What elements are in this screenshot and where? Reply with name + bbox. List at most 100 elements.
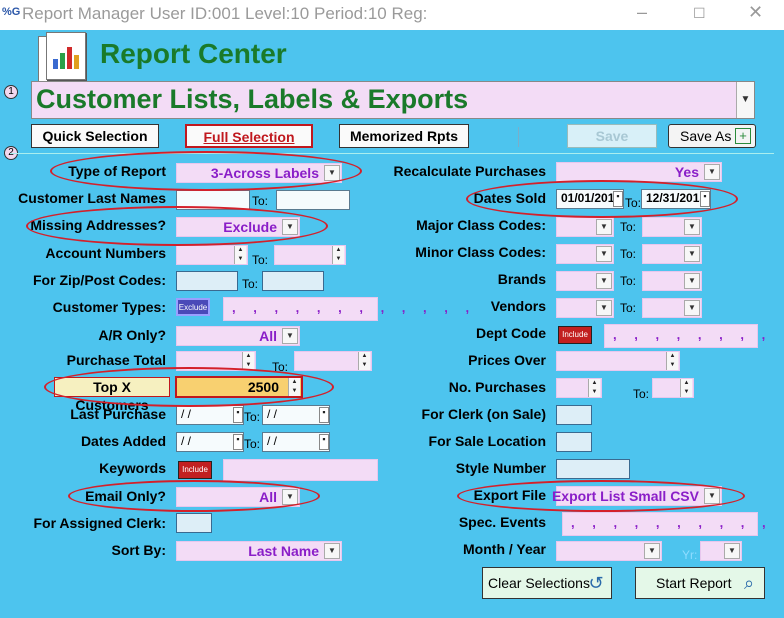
chevron-down-icon[interactable]: ▼ (704, 164, 720, 180)
spinner-icon[interactable]: ▲ ▼ (288, 378, 300, 396)
keywords-include-button[interactable]: Include (178, 461, 212, 479)
spinner-icon[interactable]: ▲ ▼ (666, 352, 678, 370)
missing-addresses-select[interactable]: Exclude ▼ (176, 217, 300, 237)
zip-to-input[interactable] (262, 271, 324, 291)
spec-events-list[interactable]: , , , , , , , , , , (562, 512, 766, 536)
type-of-report-select[interactable]: 3-Across Labels ▼ (176, 163, 342, 183)
minor-class-from-select[interactable]: ▼ (556, 244, 614, 264)
num-purchases-label: No. Purchases (448, 379, 546, 395)
customer-last-name-to-input[interactable] (276, 190, 350, 210)
spinner-icon[interactable]: ▲ ▼ (242, 352, 254, 370)
top-x-customers-input[interactable]: 2500 ▲ ▼ (175, 376, 303, 398)
missing-addresses-value: Exclude (223, 219, 277, 235)
style-number-input[interactable] (556, 459, 630, 479)
last-purchase-to-input[interactable]: / / ▪ (262, 405, 330, 425)
chevron-down-icon[interactable]: ▼ (684, 219, 700, 235)
year-select[interactable]: ▼ (700, 541, 742, 561)
ar-only-value: All (259, 328, 277, 344)
account-number-to-input[interactable]: ▲ ▼ (274, 245, 346, 265)
email-only-select[interactable]: All ▼ (176, 487, 300, 507)
memorized-reports-button[interactable]: Memorized Rpts (339, 124, 469, 148)
calendar-icon[interactable]: ▪ (613, 191, 623, 207)
dates-added-to-input[interactable]: / / ▪ (262, 432, 330, 452)
zip-from-input[interactable] (176, 271, 238, 291)
chevron-down-icon[interactable]: ▼ (724, 543, 740, 559)
chevron-down-icon[interactable]: ▼ (684, 300, 700, 316)
sale-location-input[interactable] (556, 432, 592, 452)
chevron-down-icon[interactable]: ▼ (282, 328, 298, 344)
export-file-select[interactable]: Export List Small CSV ▼ (552, 486, 722, 506)
vendors-to-select[interactable]: ▼ (642, 298, 702, 318)
assigned-clerk-input[interactable] (176, 513, 212, 533)
vendors-from-select[interactable]: ▼ (556, 298, 614, 318)
spinner-icon[interactable]: ▲ ▼ (234, 246, 246, 264)
ar-only-select[interactable]: All ▼ (176, 326, 300, 346)
save-as-button[interactable]: Save As + (668, 124, 756, 148)
keywords-label: Keywords (99, 460, 166, 476)
recalc-purchases-select[interactable]: Yes ▼ (556, 162, 722, 182)
spinner-icon[interactable]: ▲ ▼ (680, 379, 692, 397)
report-name-select[interactable]: Customer Lists, Labels & Exports ▼ (31, 81, 755, 119)
clear-selections-button[interactable]: Clear Selections ↺ (482, 567, 612, 599)
major-class-label: Major Class Codes: (416, 217, 546, 233)
major-class-to-select[interactable]: ▼ (642, 217, 702, 237)
brands-to-select[interactable]: ▼ (642, 271, 702, 291)
calendar-icon[interactable]: ▪ (233, 407, 243, 423)
chevron-down-icon[interactable]: ▼ (684, 246, 700, 262)
num-purchases-to-input[interactable]: ▲ ▼ (652, 378, 694, 398)
dates-sold-to-input[interactable]: 12/31/2015 ▪ (641, 189, 711, 209)
num-purchases-from-input[interactable]: ▲ ▼ (556, 378, 602, 398)
major-class-to-label: To: (620, 220, 637, 234)
calendar-icon[interactable]: ▪ (319, 407, 329, 423)
chevron-down-icon[interactable]: ▼ (644, 543, 660, 559)
save-button[interactable]: Save (567, 124, 657, 148)
dates-added-from-value: / / (181, 434, 192, 448)
sale-location-label: For Sale Location (428, 433, 546, 449)
close-icon[interactable]: ✕ (748, 2, 763, 23)
minimize-icon[interactable]: – (637, 2, 647, 23)
dept-code-list[interactable]: , , , , , , , , (604, 324, 765, 348)
app-icon: %G (2, 6, 21, 18)
month-select[interactable]: ▼ (556, 541, 662, 561)
major-class-from-select[interactable]: ▼ (556, 217, 614, 237)
purchase-total-from-input[interactable]: ▲ ▼ (176, 351, 256, 371)
spinner-icon[interactable]: ▲ ▼ (588, 379, 600, 397)
chevron-down-icon[interactable]: ▼ (324, 165, 340, 181)
full-selection-button[interactable]: Full Selection (185, 124, 313, 148)
chevron-down-icon[interactable]: ▼ (282, 489, 298, 505)
start-report-button[interactable]: Start Report ⌕ (635, 567, 765, 599)
chevron-down-icon[interactable]: ▼ (684, 273, 700, 289)
chevron-down-icon[interactable]: ▼ (596, 300, 612, 316)
dates-sold-label: Dates Sold (473, 190, 546, 206)
account-number-from-input[interactable]: ▲ ▼ (176, 245, 248, 265)
chevron-down-icon[interactable]: ▼ (596, 273, 612, 289)
dates-sold-from-input[interactable]: 01/01/2013 ▪ (556, 189, 624, 209)
sort-by-select[interactable]: Last Name ▼ (176, 541, 342, 561)
calendar-icon[interactable]: ▪ (319, 434, 329, 450)
chevron-down-icon[interactable]: ▼ (596, 219, 612, 235)
calendar-icon[interactable]: ▪ (233, 434, 243, 450)
zip-to-label: To: (242, 277, 259, 291)
dates-added-from-input[interactable]: / / ▪ (176, 432, 244, 452)
quick-selection-button[interactable]: Quick Selection (31, 124, 159, 148)
last-purchase-from-input[interactable]: / / ▪ (176, 405, 244, 425)
chevron-down-icon[interactable]: ▼ (324, 543, 340, 559)
brands-from-select[interactable]: ▼ (556, 271, 614, 291)
minor-class-label: Minor Class Codes: (415, 244, 546, 260)
minor-class-to-select[interactable]: ▼ (642, 244, 702, 264)
maximize-icon[interactable]: ☐ (693, 5, 706, 22)
chevron-down-icon[interactable]: ▼ (704, 488, 720, 504)
prices-over-input[interactable]: ▲ ▼ (556, 351, 680, 371)
chevron-down-icon[interactable]: ▼ (736, 82, 754, 118)
spinner-icon[interactable]: ▲ ▼ (332, 246, 344, 264)
customer-types-exclude-button[interactable]: Exclude (176, 298, 210, 316)
customer-last-name-from-input[interactable] (176, 190, 250, 210)
report-doc-icon (46, 32, 86, 80)
for-clerk-input[interactable] (556, 405, 592, 425)
export-file-value: Export List Small CSV (551, 488, 699, 504)
dates-added-label: Dates Added (80, 433, 166, 449)
chevron-down-icon[interactable]: ▼ (282, 219, 298, 235)
dept-code-include-button[interactable]: Include (558, 326, 592, 344)
chevron-down-icon[interactable]: ▼ (596, 246, 612, 262)
calendar-icon[interactable]: ▪ (700, 191, 710, 207)
